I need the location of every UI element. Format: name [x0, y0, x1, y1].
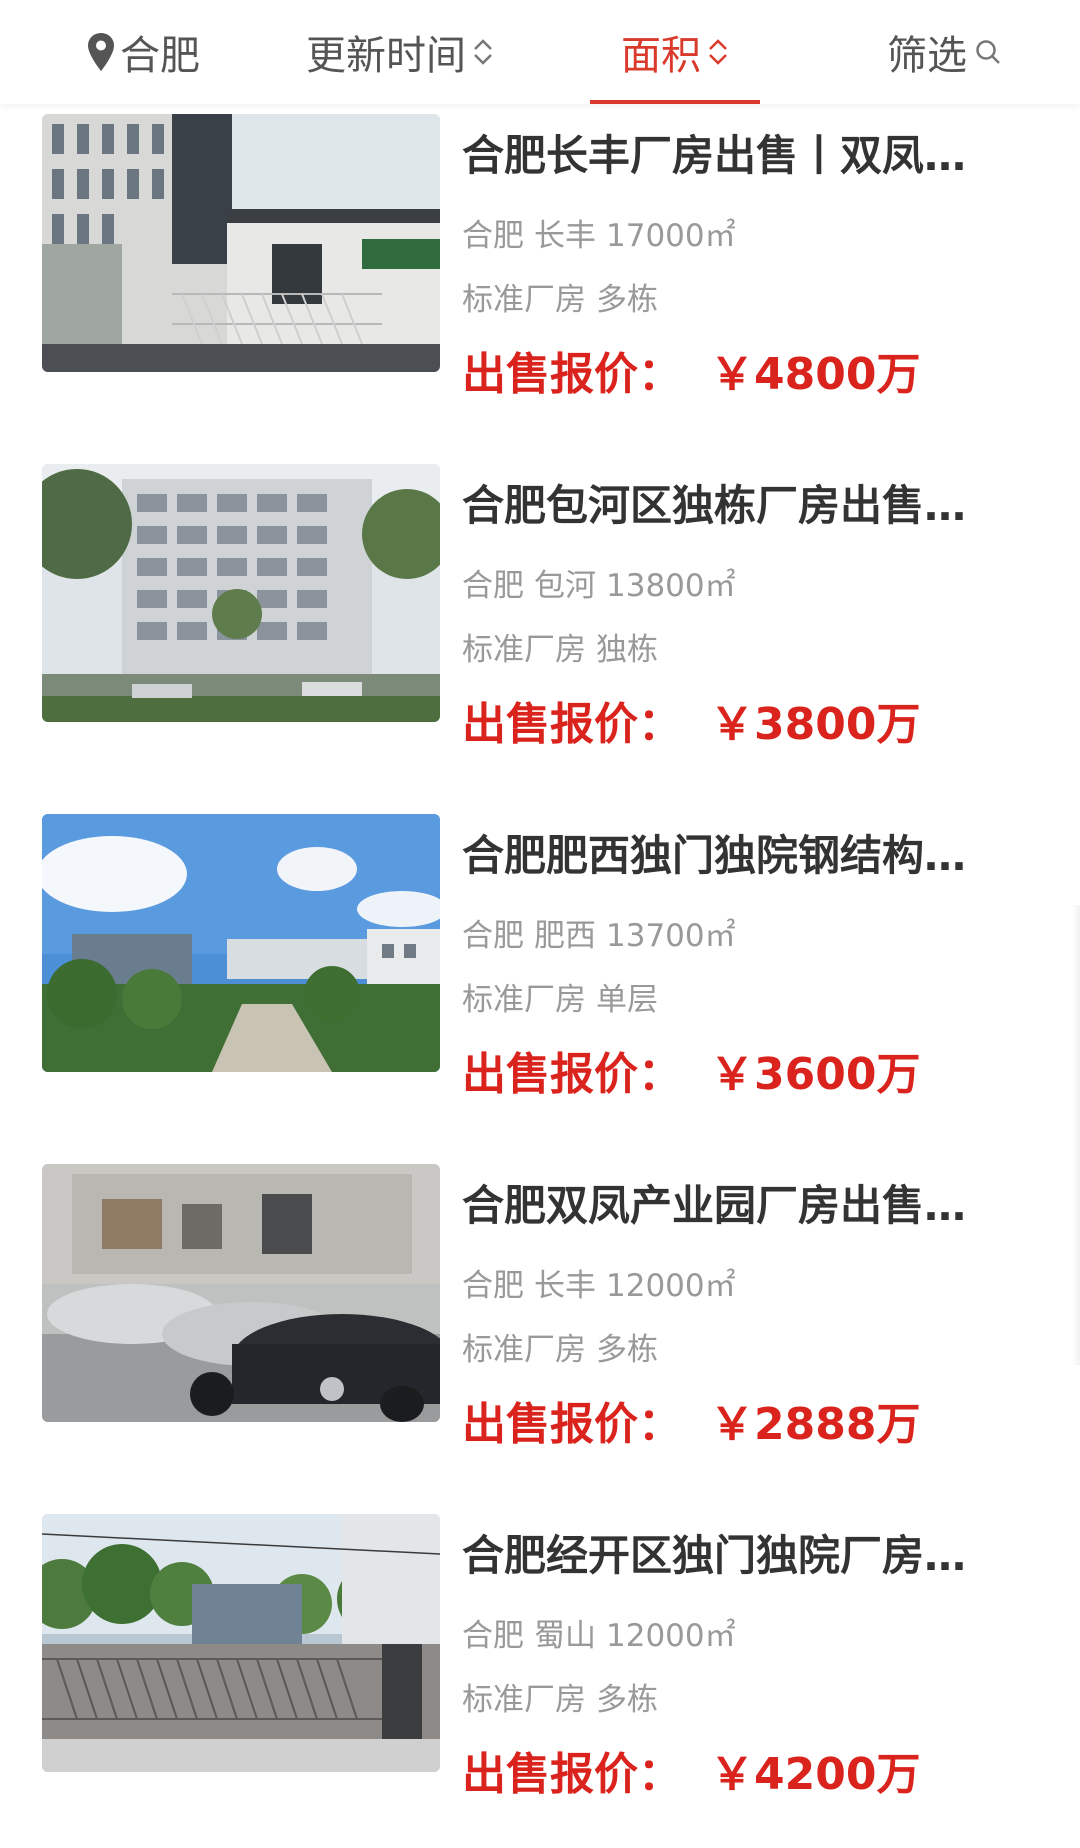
listing-photo — [42, 814, 440, 1072]
listing-meta: 合肥 长丰 12000㎡ — [462, 1260, 736, 1305]
tab-filter[interactable]: 筛选 — [870, 0, 1020, 104]
price-value: ￥4800万 — [710, 349, 921, 400]
listing-tags: 标准厂房 独栋 — [462, 624, 658, 669]
listing-title[interactable]: 合肥肥西独门独院钢结构… — [462, 822, 1002, 883]
listing-meta: 合肥 包河 13800㎡ — [462, 560, 736, 605]
listing-title[interactable]: 合肥双凤产业园厂房出售… — [462, 1172, 1002, 1233]
price-value: ￥4200万 — [710, 1749, 921, 1800]
listing-meta: 合肥 肥西 13700㎡ — [462, 910, 736, 955]
tab-city-label: 合肥 — [120, 33, 200, 79]
listing-city: 合肥 — [462, 568, 524, 604]
listing-city: 合肥 — [462, 918, 524, 954]
listing-type: 标准厂房 — [462, 982, 586, 1018]
price-label: 出售报价： — [462, 1399, 682, 1450]
listing-card[interactable]: 合肥包河区独栋厂房出售… 合肥 包河 13800㎡ 标准厂房 独栋 出售报价： ￥380… — [0, 464, 1080, 750]
scrollbar[interactable] — [1072, 905, 1080, 1365]
listing-type: 标准厂房 — [462, 282, 586, 318]
tab-filter-label: 筛选 — [887, 33, 967, 79]
listing-district: 包河 — [534, 568, 596, 604]
listing-title[interactable]: 合肥经开区独门独院厂房… — [462, 1522, 1002, 1583]
listing-tags: 标准厂房 多栋 — [462, 1674, 658, 1719]
listing-photo — [42, 464, 440, 722]
listing-meta: 合肥 蜀山 12000㎡ — [462, 1610, 736, 1655]
tab-area-label: 面积 — [621, 33, 701, 79]
listing-district: 肥西 — [534, 918, 596, 954]
listing-building: 多栋 — [596, 1682, 658, 1718]
listing-meta: 合肥 长丰 17000㎡ — [462, 210, 736, 255]
listing-area: 13700㎡ — [606, 918, 736, 954]
listing-city: 合肥 — [462, 218, 524, 254]
price-value: ￥2888万 — [710, 1399, 921, 1450]
listing-building: 多栋 — [596, 282, 658, 318]
listing-type: 标准厂房 — [462, 1332, 586, 1368]
listing-card[interactable]: 合肥肥西独门独院钢结构… 合肥 肥西 13700㎡ 标准厂房 单层 出售报价： ￥360… — [0, 814, 1080, 1100]
price-value: ￥3800万 — [710, 699, 921, 750]
listing-building: 独栋 — [596, 632, 658, 668]
listing-area: 12000㎡ — [606, 1618, 736, 1654]
price-value: ￥3600万 — [710, 1049, 921, 1100]
tab-update-time-label: 更新时间 — [306, 33, 466, 79]
listing-city: 合肥 — [462, 1268, 524, 1304]
listing-district: 蜀山 — [534, 1618, 596, 1654]
listing-photo — [42, 1164, 440, 1422]
listing-building: 单层 — [596, 982, 658, 1018]
price-label: 出售报价： — [462, 1749, 682, 1800]
listing-price: 出售报价： ￥4200万 — [462, 1738, 920, 1802]
listing-price: 出售报价： ￥2888万 — [462, 1388, 920, 1452]
listing-tags: 标准厂房 多栋 — [462, 1324, 658, 1369]
listing-title[interactable]: 合肥包河区独栋厂房出售… — [462, 472, 1002, 533]
listing-area: 13800㎡ — [606, 568, 736, 604]
sort-arrows-icon — [474, 39, 492, 65]
location-pin-icon — [88, 33, 114, 71]
listing-price: 出售报价： ￥3800万 — [462, 688, 920, 752]
price-label: 出售报价： — [462, 349, 682, 400]
listing-photo — [42, 114, 440, 372]
listing-card[interactable]: 合肥双凤产业园厂房出售… 合肥 长丰 12000㎡ 标准厂房 多栋 出售报价： ￥288… — [0, 1164, 1080, 1450]
listing-district: 长丰 — [534, 218, 596, 254]
listing-card[interactable]: 合肥经开区独门独院厂房… 合肥 蜀山 12000㎡ 标准厂房 多栋 出售报价： ￥420… — [0, 1514, 1080, 1800]
listing-price: 出售报价： ￥4800万 — [462, 338, 920, 402]
price-label: 出售报价： — [462, 1049, 682, 1100]
tab-area[interactable]: 面积 — [590, 0, 760, 104]
listing-price: 出售报价： ￥3600万 — [462, 1038, 920, 1102]
tab-update-time[interactable]: 更新时间 — [280, 0, 520, 104]
listing-card[interactable]: 合肥长丰厂房出售丨双凤… 合肥 长丰 17000㎡ 标准厂房 多栋 出售报价： ￥480… — [0, 114, 1080, 400]
sort-arrows-icon — [709, 39, 727, 65]
listing-tags: 标准厂房 单层 — [462, 974, 658, 1019]
active-tab-indicator — [590, 100, 760, 104]
listing-title[interactable]: 合肥长丰厂房出售丨双凤… — [462, 122, 1002, 183]
listing-photo — [42, 1514, 440, 1772]
price-label: 出售报价： — [462, 699, 682, 750]
listing-tags: 标准厂房 多栋 — [462, 274, 658, 319]
tab-city[interactable]: 合肥 — [40, 0, 240, 104]
listing-building: 多栋 — [596, 1332, 658, 1368]
listing-type: 标准厂房 — [462, 632, 586, 668]
search-icon — [976, 40, 1000, 64]
listing-district: 长丰 — [534, 1268, 596, 1304]
listing-area: 12000㎡ — [606, 1268, 736, 1304]
listing-city: 合肥 — [462, 1618, 524, 1654]
listing-area: 17000㎡ — [606, 218, 736, 254]
listing-type: 标准厂房 — [462, 1682, 586, 1718]
filter-bar: 合肥 更新时间 面积 筛选 — [0, 0, 1080, 104]
